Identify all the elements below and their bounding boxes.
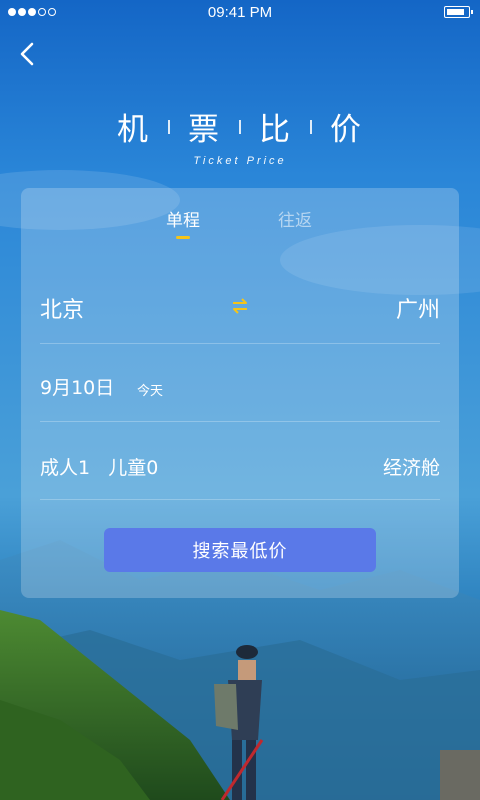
date-row[interactable]: 9月10日 今天: [40, 344, 440, 422]
active-tab-indicator: [176, 236, 190, 239]
departure-city[interactable]: 北京: [40, 292, 84, 324]
cabin-class[interactable]: 经济舱: [383, 453, 440, 480]
page-title: 机 票 比 价 Ticket Price: [0, 104, 480, 167]
swap-icon[interactable]: [230, 296, 250, 316]
back-arrow-icon[interactable]: [14, 40, 42, 68]
title-char: 机: [117, 112, 150, 148]
passenger-count[interactable]: 成人1 儿童0: [40, 453, 158, 480]
title-separator: [239, 119, 241, 134]
arrival-city[interactable]: 广州: [396, 292, 440, 324]
tab-round-trip[interactable]: 往返: [278, 206, 312, 231]
route-row: 北京 广州: [40, 266, 440, 344]
status-time: 09:41 PM: [207, 4, 273, 21]
flight-search-card: 单程 往返 北京 广州 9月10日 今天 成人1 儿童0 经济舱 搜索最低价: [21, 188, 459, 598]
departure-date[interactable]: 9月10日: [40, 373, 114, 400]
tab-one-way[interactable]: 单程: [166, 206, 200, 231]
title-separator: [168, 119, 170, 134]
search-lowest-price-button[interactable]: 搜索最低价: [104, 528, 376, 572]
title-char: 票: [188, 112, 221, 148]
divider: [40, 499, 440, 500]
status-bar: 09:41 PM: [0, 0, 480, 26]
date-tag: 今天: [137, 384, 164, 399]
title-char: 比: [259, 112, 292, 148]
battery-icon: [444, 6, 473, 18]
title-separator: [310, 119, 312, 134]
page-subtitle: Ticket Price: [193, 155, 287, 167]
passenger-row[interactable]: 成人1 儿童0 经济舱: [40, 422, 440, 500]
title-char: 价: [330, 112, 363, 148]
trip-type-tabs: 单程 往返: [21, 206, 459, 246]
